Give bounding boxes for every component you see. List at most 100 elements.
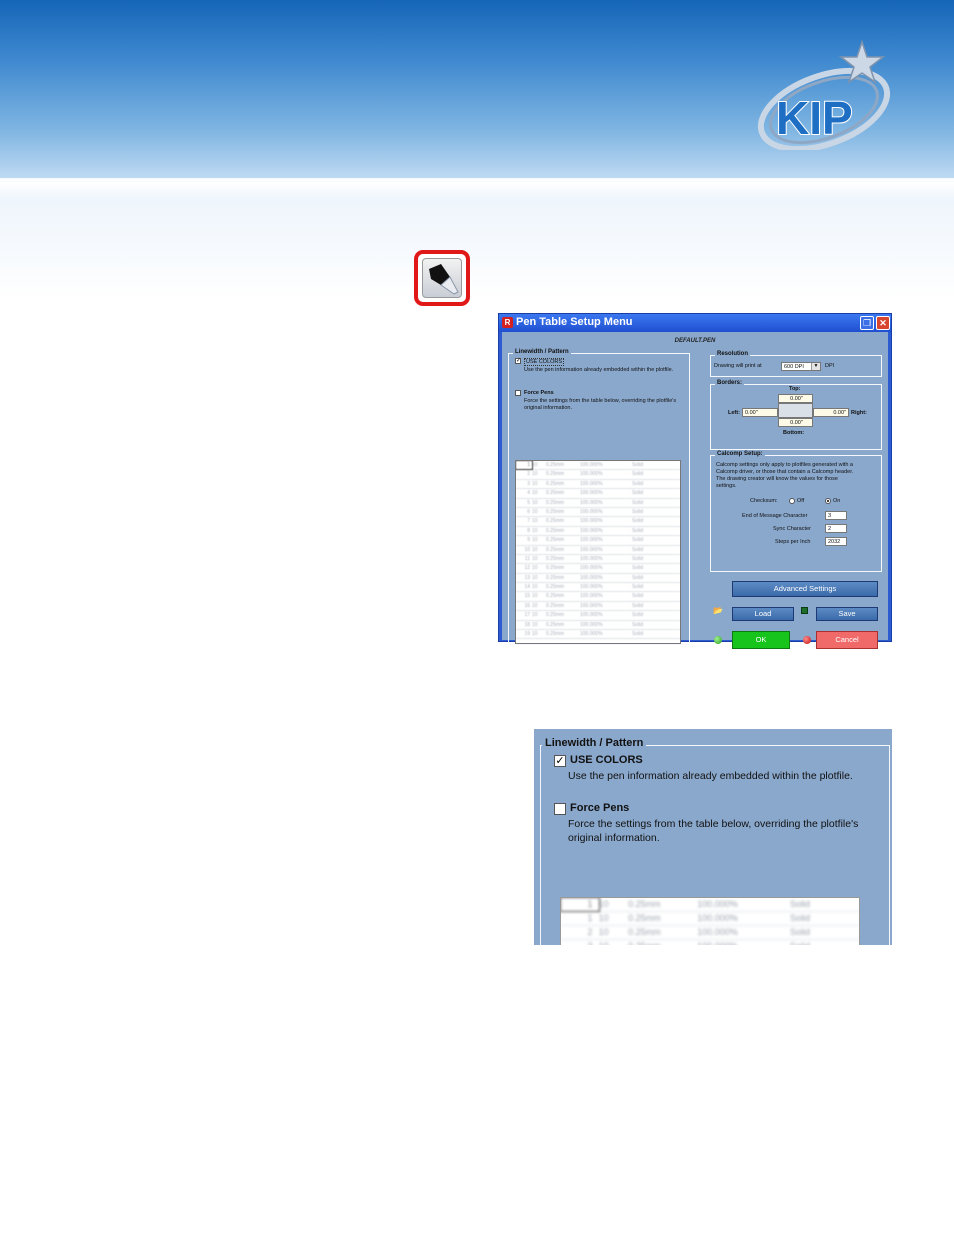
- table-row[interactable]: 14 10 0.25mm 100.000% Solid: [516, 583, 680, 593]
- table-row[interactable]: 1 10 0.25mm 100.000% Solid: [516, 461, 680, 471]
- checksum-off-radio[interactable]: [789, 498, 795, 504]
- table-row[interactable]: 1 10 0.25mm 100.000% Solid: [561, 898, 859, 912]
- table-cell: 100.000%: [580, 593, 603, 600]
- close-button[interactable]: ✕: [876, 316, 890, 330]
- steps-label: Steps per Inch: [775, 539, 811, 545]
- table-cell: 10: [532, 518, 538, 525]
- table-row[interactable]: 17 10 0.25mm 100.000% Solid: [516, 611, 680, 621]
- table-cell: 0.25mm: [546, 584, 565, 591]
- table-row[interactable]: 6 10 0.25mm 100.000% Solid: [516, 508, 680, 518]
- table-cell: Solid: [632, 499, 644, 506]
- table-cell: 17: [524, 612, 530, 619]
- table-cell: 0.25mm: [628, 899, 661, 909]
- kip-logo: KIP: [757, 40, 891, 150]
- table-row[interactable]: 12 10 0.25mm 100.000% Solid: [516, 564, 680, 574]
- resolution-select[interactable]: 600 DPI ▼: [781, 362, 821, 371]
- table-cell: 100.000%: [580, 584, 603, 591]
- table-cell: 0.25mm: [546, 574, 565, 581]
- table-row[interactable]: 3100.25mm100.000%Solid: [561, 940, 859, 945]
- table-row[interactable]: 9 10 0.25mm 100.000% Solid: [516, 536, 680, 546]
- app-icon: R: [502, 317, 513, 328]
- table-row[interactable]: 16 10 0.25mm 100.000% Solid: [516, 602, 680, 612]
- restore-button[interactable]: ❐: [860, 316, 874, 330]
- border-bottom-field[interactable]: 0.00": [778, 418, 813, 427]
- table-cell: 10: [532, 555, 538, 562]
- close-icon: ✕: [879, 318, 887, 328]
- border-center-box: [778, 403, 813, 418]
- table-row[interactable]: 13 10 0.25mm 100.000% Solid: [516, 574, 680, 584]
- force-pens-checkbox[interactable]: [515, 390, 521, 396]
- zoom-force-pens-checkbox[interactable]: [554, 803, 566, 815]
- table-cell: 11: [524, 555, 530, 562]
- kip-logo-text: KIP: [776, 92, 853, 144]
- header-divider: [0, 178, 954, 181]
- resolution-value: 600 DPI: [784, 364, 804, 370]
- table-row[interactable]: 5 10 0.25mm 100.000% Solid: [516, 499, 680, 508]
- zoom-force-pens-description-1: Force the settings from the table below,…: [568, 818, 859, 830]
- table-row[interactable]: 2 10 0.25mm 100.000% Solid: [516, 470, 680, 480]
- table-cell: 10: [532, 574, 538, 581]
- zoom-use-colors-checkbox[interactable]: ✓: [554, 755, 566, 767]
- table-cell: 0.25mm: [628, 913, 661, 923]
- use-colors-label: USE COLORS: [524, 358, 565, 366]
- table-cell: 0.25mm: [546, 480, 565, 487]
- border-right-field[interactable]: 0.00": [813, 408, 849, 417]
- table-cell: Solid: [632, 555, 644, 562]
- table-row[interactable]: 18 10 0.25mm 100.000% Solid: [516, 621, 680, 631]
- border-left-field[interactable]: 0.00": [742, 408, 778, 417]
- pen-table[interactable]: 1 10 0.25mm 100.000% Solid 2 10 0.25mm 100.000% S…: [515, 460, 681, 644]
- title-bar[interactable]: R Pen Table Setup Menu ❐ ✕: [499, 314, 891, 332]
- border-top-field[interactable]: 0.00": [778, 394, 813, 403]
- save-button[interactable]: Save: [816, 607, 878, 621]
- eom-field[interactable]: 3: [825, 511, 847, 520]
- table-cell: 100.000%: [697, 913, 738, 923]
- table-cell: 3: [527, 480, 530, 487]
- table-cell: 12: [524, 565, 530, 572]
- table-cell: 5: [527, 499, 530, 506]
- table-cell: 10: [532, 480, 538, 487]
- resolution-legend: Resolution: [715, 351, 750, 357]
- table-cell: 100.000%: [580, 537, 603, 544]
- use-colors-checkbox[interactable]: ✓: [515, 358, 521, 364]
- table-cell: 0.25mm: [546, 612, 565, 619]
- table-row[interactable]: 11 10 0.25mm 100.000% Solid: [516, 555, 680, 565]
- table-row[interactable]: 7 10 0.25mm 100.000% Solid: [516, 517, 680, 527]
- advanced-settings-button[interactable]: Advanced Settings: [732, 581, 878, 597]
- table-cell: 10: [532, 499, 538, 506]
- checksum-on-radio[interactable]: [825, 498, 831, 504]
- table-row[interactable]: 10 10 0.25mm 100.000% Solid: [516, 546, 680, 555]
- table-cell: 0.25mm: [546, 593, 565, 600]
- cancel-button[interactable]: Cancel: [816, 631, 878, 649]
- steps-field[interactable]: 2032: [825, 537, 847, 546]
- table-cell: 6: [527, 508, 530, 515]
- table-row[interactable]: 2 10 0.25mm 100.000% Solid: [561, 926, 859, 940]
- table-cell: 100.000%: [580, 574, 603, 581]
- table-row[interactable]: 3100.25mm100.000%Solid: [516, 480, 680, 490]
- window-title: Pen Table Setup Menu: [516, 316, 633, 328]
- force-pens-label: Force Pens: [524, 390, 554, 396]
- table-row[interactable]: 1 10 0.25mm 100.000% Solid: [561, 912, 859, 926]
- table-row[interactable]: 15 10 0.25mm 100.000% Solid: [516, 592, 680, 602]
- checksum-on-label: On: [833, 498, 841, 504]
- table-cell: 0.25mm: [546, 631, 565, 638]
- sync-field[interactable]: 2: [825, 524, 847, 533]
- load-button[interactable]: Load: [732, 607, 794, 621]
- ok-button[interactable]: OK: [732, 631, 790, 649]
- folder-open-icon: 📂: [713, 606, 723, 615]
- table-cell: 100.000%: [580, 471, 603, 478]
- cancel-status-dot: [803, 636, 811, 644]
- table-row[interactable]: 19 10 0.25mm 100.000% Solid: [516, 630, 680, 640]
- table-cell: Solid: [632, 602, 644, 609]
- pen-icon: [429, 264, 459, 295]
- dialog-client-area: DEFAULT.PEN Linewidth / Pattern ✓ USE CO…: [502, 332, 888, 649]
- table-cell: 3: [561, 940, 599, 945]
- zoom-pen-table[interactable]: 1 10 0.25mm 100.000% Solid 1 10 0.25mm 100.000% S…: [560, 897, 860, 945]
- zoom-use-colors-description: Use the pen information already embedded…: [568, 770, 853, 782]
- table-cell: 100.000%: [580, 546, 603, 553]
- table-row[interactable]: 4 10 0.25mm 100.000% Solid: [516, 489, 680, 499]
- table-cell: 10: [532, 471, 538, 478]
- table-row[interactable]: 8 10 0.25mm 100.000% Solid: [516, 527, 680, 537]
- calcomp-note-4: settings.: [716, 483, 737, 489]
- border-right-label: Right:: [851, 410, 867, 416]
- use-colors-description: Use the pen information already embedded…: [524, 367, 674, 373]
